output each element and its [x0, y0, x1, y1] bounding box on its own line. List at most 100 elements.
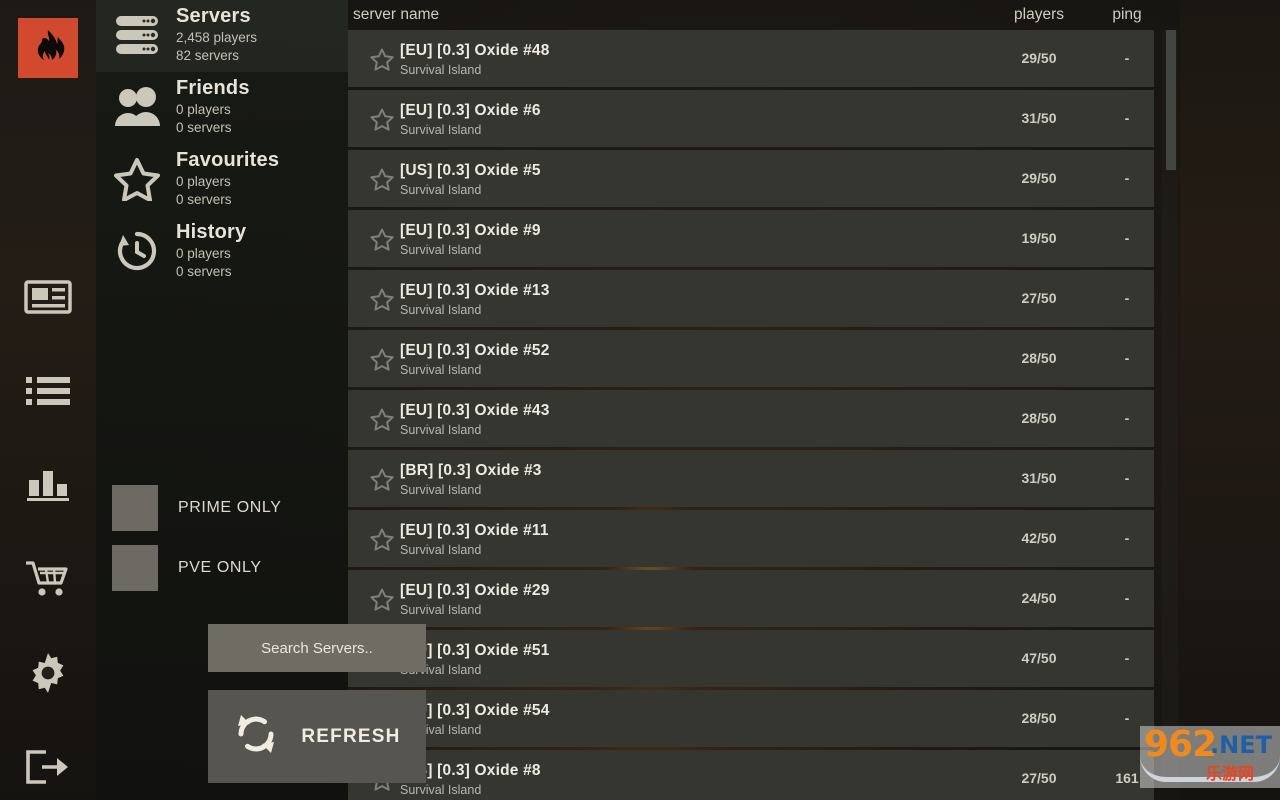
refresh-button[interactable]: REFRESH — [208, 690, 426, 783]
server-map: Survival Island — [400, 303, 482, 317]
server-ping: - — [1124, 470, 1130, 486]
server-ping: - — [1124, 590, 1130, 606]
sidebar-item-title: Favourites — [176, 148, 280, 171]
table-row[interactable]: [EU] [0.3] Oxide #29 Survival Island 24/50… — [348, 570, 1154, 627]
watermark-cn: 乐游网 — [1206, 766, 1255, 783]
server-ping: - — [1124, 110, 1130, 126]
table-row[interactable]: [US] [0.3] Oxide #5 Survival Island 29/50 - — [348, 150, 1154, 207]
column-header-server-name[interactable]: server name — [353, 6, 439, 24]
prime-only-label: PRIME ONLY — [178, 499, 282, 516]
server-name: [EU] [0.3] Oxide #11 — [400, 522, 549, 539]
sidebar-item-players: 0 players — [176, 245, 231, 261]
app-root: Servers 2,458 players 82 servers Friends… — [0, 0, 1280, 800]
filter-pve-only[interactable]: PVE ONLY — [96, 538, 348, 598]
left-icon-rail — [0, 0, 96, 800]
server-ping: - — [1124, 170, 1130, 186]
search-input[interactable]: Search Servers.. — [208, 624, 426, 672]
friends-icon — [110, 86, 164, 128]
server-map: Survival Island — [400, 483, 482, 497]
refresh-icon — [233, 711, 279, 762]
refresh-label: REFRESH — [301, 725, 401, 747]
prime-only-checkbox[interactable] — [112, 485, 158, 531]
watermark: 962 .NET 乐游网 — [1140, 726, 1280, 788]
table-row[interactable]: [EU] [0.3] Oxide #54 Survival Island 28/50… — [348, 690, 1154, 747]
favourite-star-icon[interactable] — [370, 288, 394, 316]
sidebar-item-players: 2,458 players — [176, 29, 258, 45]
server-players: 28/50 — [1021, 710, 1057, 726]
gear-icon[interactable] — [0, 626, 96, 720]
server-name: [BR] [0.3] Oxide #3 — [400, 462, 542, 479]
favourite-star-icon[interactable] — [370, 48, 394, 76]
favourite-star-icon[interactable] — [370, 528, 394, 556]
sidebar-item-history[interactable]: History 0 players 0 servers — [96, 216, 348, 288]
favourite-star-icon[interactable] — [370, 168, 394, 196]
stats-icon[interactable] — [0, 438, 96, 532]
filter-group: PRIME ONLY PVE ONLY — [96, 478, 348, 598]
left-nav-panel: Servers 2,458 players 82 servers Friends… — [96, 0, 426, 800]
server-ping: - — [1124, 290, 1130, 306]
sidebar-item-servers[interactable]: Servers 2,458 players 82 servers — [96, 0, 348, 72]
table-row[interactable]: [EU] [0.3] Oxide #9 Survival Island 19/50 - — [348, 210, 1154, 267]
server-players: 24/50 — [1021, 590, 1057, 606]
server-map: Survival Island — [400, 543, 482, 557]
server-ping: - — [1124, 50, 1130, 66]
exit-icon[interactable] — [0, 720, 96, 800]
star-icon — [110, 157, 164, 201]
favourite-star-icon[interactable] — [370, 468, 394, 496]
server-list-scrollbar-thumb[interactable] — [1166, 30, 1176, 170]
sidebar-item-servers-count: 82 servers — [176, 47, 240, 63]
table-row[interactable]: [US] [0.3] Oxide #8 Survival Island 27/50 1… — [348, 750, 1154, 800]
table-row[interactable]: [EU] [0.3] Oxide #6 Survival Island 31/50 - — [348, 90, 1154, 147]
server-rows: [EU] [0.3] Oxide #48 Survival Island 29/50… — [348, 30, 1180, 800]
sidebar-item-servers-count: 0 servers — [176, 191, 232, 207]
sidebar-item-players: 0 players — [176, 101, 231, 117]
favourite-star-icon[interactable] — [370, 408, 394, 436]
table-row[interactable]: [EU] [0.3] Oxide #43 Survival Island 28/50… — [348, 390, 1154, 447]
server-players: 19/50 — [1021, 230, 1057, 246]
column-header-ping[interactable]: ping — [1090, 6, 1164, 24]
server-name: [EU] [0.3] Oxide #48 — [400, 42, 550, 59]
list-icon[interactable] — [0, 344, 96, 438]
favourite-star-icon[interactable] — [370, 108, 394, 136]
table-row[interactable]: [EU] [0.3] Oxide #51 Survival Island 47/50… — [348, 630, 1154, 687]
sidebar-item-favourites[interactable]: Favourites 0 players 0 servers — [96, 144, 348, 216]
favourite-star-icon[interactable] — [370, 348, 394, 376]
sidebar-item-friends[interactable]: Friends 0 players 0 servers — [96, 72, 348, 144]
server-name: [EU] [0.3] Oxide #52 — [400, 342, 550, 359]
server-map: Survival Island — [400, 783, 482, 797]
history-icon — [110, 229, 164, 273]
favourite-star-icon[interactable] — [370, 588, 394, 616]
server-players: 31/50 — [1021, 110, 1057, 126]
table-row[interactable]: [BR] [0.3] Oxide #3 Survival Island 31/50 - — [348, 450, 1154, 507]
sidebar-item-servers-count: 0 servers — [176, 119, 232, 135]
table-row[interactable]: [EU] [0.3] Oxide #48 Survival Island 29/50… — [348, 30, 1154, 87]
pve-only-checkbox[interactable] — [112, 545, 158, 591]
server-players: 42/50 — [1021, 530, 1057, 546]
column-header-players[interactable]: players — [994, 6, 1084, 24]
server-ping: - — [1124, 350, 1130, 366]
news-icon[interactable] — [0, 250, 96, 344]
server-players: 29/50 — [1021, 170, 1057, 186]
flame-logo-icon[interactable] — [18, 18, 78, 78]
server-list-header: server name players ping — [348, 0, 1180, 30]
sidebar-item-players: 0 players — [176, 173, 231, 189]
server-ping: - — [1124, 650, 1130, 666]
server-map: Survival Island — [400, 243, 482, 257]
server-players: 28/50 — [1021, 350, 1057, 366]
table-row[interactable]: [EU] [0.3] Oxide #52 Survival Island 28/50… — [348, 330, 1154, 387]
server-ping: - — [1124, 230, 1130, 246]
table-row[interactable]: [EU] [0.3] Oxide #11 Survival Island 42/50… — [348, 510, 1154, 567]
server-name: [US] [0.3] Oxide #5 — [400, 162, 541, 179]
server-name: [EU] [0.3] Oxide #6 — [400, 102, 541, 119]
server-map: Survival Island — [400, 363, 482, 377]
server-map: Survival Island — [400, 183, 482, 197]
filter-prime-only[interactable]: PRIME ONLY — [96, 478, 348, 538]
server-name: [EU] [0.3] Oxide #29 — [400, 582, 550, 599]
servers-icon — [110, 14, 164, 56]
server-name: [EU] [0.3] Oxide #43 — [400, 402, 550, 419]
server-players: 28/50 — [1021, 410, 1057, 426]
server-players: 27/50 — [1021, 290, 1057, 306]
cart-icon[interactable] — [0, 532, 96, 626]
favourite-star-icon[interactable] — [370, 228, 394, 256]
table-row[interactable]: [EU] [0.3] Oxide #13 Survival Island 27/50… — [348, 270, 1154, 327]
